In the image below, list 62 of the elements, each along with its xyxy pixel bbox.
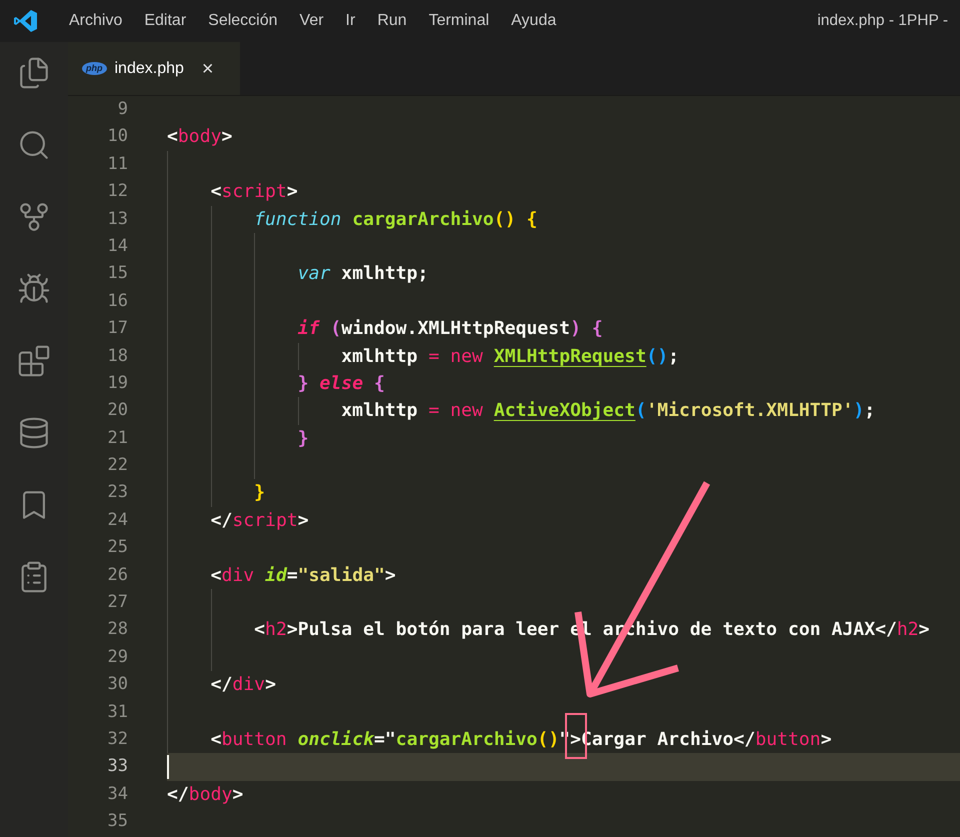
tab-label: index.php [114, 60, 184, 78]
line-number: 21 [106, 426, 128, 450]
code-line: } [167, 479, 960, 507]
line-number: 32 [106, 728, 128, 751]
code-line: </script> [167, 506, 960, 534]
code-line: xmlhttp = new XMLHttpRequest(); [167, 342, 960, 370]
app-logo-icon [14, 9, 38, 33]
line-number: 35 [106, 810, 128, 834]
line-number: 14 [106, 234, 128, 258]
line-number: 34 [106, 782, 128, 806]
code-line: } else { [167, 370, 960, 398]
branch-icon[interactable] [17, 200, 51, 234]
line-number: 20 [106, 399, 128, 422]
code-line: function cargarArchivo() { [167, 206, 960, 233]
code-line: var xmlhttp; [167, 260, 960, 288]
line-number: 9 [116, 98, 128, 121]
database-icon[interactable] [17, 416, 51, 450]
code-line: } [167, 424, 960, 452]
line-number: 18 [106, 344, 128, 368]
line-number: 17 [106, 317, 128, 340]
line-number: 27 [106, 591, 128, 614]
code-line: </div> [167, 671, 960, 699]
menu-item[interactable]: Ver [288, 12, 335, 30]
bug-icon[interactable] [17, 272, 51, 306]
code-line: <script> [167, 178, 960, 206]
php-file-badge: php [82, 62, 106, 75]
blocks-icon[interactable] [17, 344, 51, 378]
line-number: 10 [106, 125, 128, 148]
code-line: <div id="salida"> [167, 562, 960, 590]
line-number: 33 [106, 755, 128, 778]
line-number: 19 [106, 372, 128, 395]
menu-item[interactable]: Terminal [418, 12, 500, 30]
menu-item[interactable]: Run [366, 12, 418, 30]
menu-item[interactable]: Archivo [58, 12, 134, 30]
line-number: 11 [106, 152, 128, 176]
files-icon[interactable] [17, 56, 51, 90]
line-number: 23 [106, 481, 128, 504]
editor-tab[interactable]: php index.php × [68, 42, 240, 95]
menu-item[interactable]: Selección [197, 12, 289, 30]
line-number: 24 [106, 508, 128, 532]
menu-item[interactable]: Ir [334, 12, 366, 30]
search-icon[interactable] [17, 128, 51, 162]
line-number: 16 [106, 290, 128, 313]
menu-item[interactable]: Editar [133, 12, 198, 30]
line-number: 28 [106, 618, 128, 642]
line-number: 25 [106, 536, 128, 560]
code-line: xmlhttp = new ActiveXObject('Microsoft.XMLHTTP'); [167, 397, 960, 425]
line-number: 30 [106, 673, 128, 696]
line-number: 13 [106, 208, 128, 231]
line-number: 12 [106, 180, 128, 204]
code-line: <body> [167, 125, 234, 150]
close-button[interactable]: × [198, 58, 218, 78]
code-line: if (window.XMLHttpRequest) { [167, 315, 960, 343]
line-number: 15 [106, 262, 128, 286]
line-number: 31 [106, 700, 128, 724]
window-title: index.php - 1PHP - [817, 12, 949, 30]
line-number: 22 [106, 454, 128, 478]
code-line: </body> [167, 782, 244, 807]
text-cursor [167, 755, 169, 779]
line-number: 26 [106, 564, 128, 587]
menu-item[interactable]: Ayuda [500, 12, 568, 30]
line-number: 29 [106, 646, 128, 669]
